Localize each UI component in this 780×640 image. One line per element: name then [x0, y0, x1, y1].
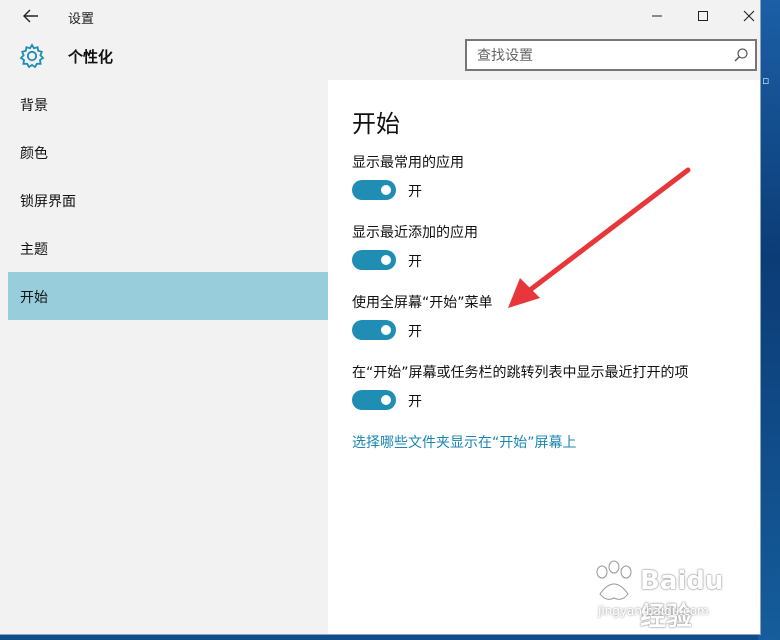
setting-label-most-used: 显示最常用的应用	[352, 155, 464, 171]
toggle-full-screen-start[interactable]	[352, 320, 396, 340]
sidebar-item-label: 开始	[20, 290, 48, 306]
minimize-button[interactable]	[634, 0, 680, 32]
choose-folders-link[interactable]: 选择哪些文件夹显示在“开始”屏幕上	[352, 432, 577, 452]
toggle-knob	[381, 325, 391, 335]
sidebar-item-start[interactable]: 开始	[8, 272, 328, 320]
toggle-knob	[381, 255, 391, 265]
desktop-icon: ▫	[762, 74, 770, 87]
setting-label-recent-items: 在“开始”屏幕或任务栏的跳转列表中显示最近打开的项	[352, 365, 689, 381]
toggle-knob	[381, 185, 391, 195]
settings-header: 个性化	[0, 32, 760, 80]
toggle-state-label: 开	[408, 254, 422, 270]
search-box[interactable]	[465, 39, 757, 71]
toggle-recent-items[interactable]	[352, 390, 396, 410]
desktop-background: ▫	[758, 0, 780, 640]
section-title: 个性化	[68, 48, 114, 66]
close-button[interactable]	[726, 0, 772, 32]
toggle-state-label: 开	[408, 394, 422, 410]
maximize-button[interactable]	[680, 0, 726, 32]
sidebar-item-label: 主题	[20, 242, 48, 258]
close-icon	[743, 10, 755, 22]
back-button[interactable]	[12, 4, 50, 28]
window-title: 设置	[68, 12, 95, 27]
sidebar-item-label: 背景	[20, 98, 48, 114]
sidebar-item-themes[interactable]: 主题	[8, 224, 328, 272]
watermark-url: jingyan.baidu.com	[598, 604, 709, 618]
search-input[interactable]	[475, 45, 729, 67]
baidu-watermark: Baidu经验 jingyan.baidu.com	[588, 560, 738, 632]
sidebar-item-background[interactable]: 背景	[8, 80, 328, 128]
toggle-recently-added[interactable]	[352, 250, 396, 270]
toggle-knob	[381, 395, 391, 405]
search-icon[interactable]	[733, 47, 749, 63]
settings-window: 设置 个性化 背景 颜色	[0, 0, 760, 634]
minimize-icon	[652, 15, 662, 17]
toggle-state-label: 开	[408, 324, 422, 340]
watermark-brand: Baidu经验	[640, 566, 724, 632]
sidebar-item-label: 颜色	[20, 146, 48, 162]
main-content: 开始 显示最常用的应用 开 显示最近添加的应用 开 使用全屏幕“开始”菜单 开 …	[328, 80, 760, 634]
page-title: 开始	[352, 110, 400, 138]
title-bar: 设置	[0, 0, 760, 32]
sidebar-item-label: 锁屏界面	[20, 194, 76, 210]
gear-icon	[19, 43, 45, 69]
setting-label-recently-added: 显示最近添加的应用	[352, 225, 478, 241]
sidebar-item-lock-screen[interactable]: 锁屏界面	[8, 176, 328, 224]
paw-logo-icon	[596, 560, 632, 600]
sidebar-item-colors[interactable]: 颜色	[8, 128, 328, 176]
toggle-most-used[interactable]	[352, 180, 396, 200]
setting-label-full-screen-start: 使用全屏幕“开始”菜单	[352, 295, 493, 311]
toggle-state-label: 开	[408, 184, 422, 200]
back-arrow-icon	[23, 9, 38, 23]
maximize-icon	[698, 11, 708, 21]
sidebar: 背景 颜色 锁屏界面 主题 开始	[0, 80, 328, 634]
